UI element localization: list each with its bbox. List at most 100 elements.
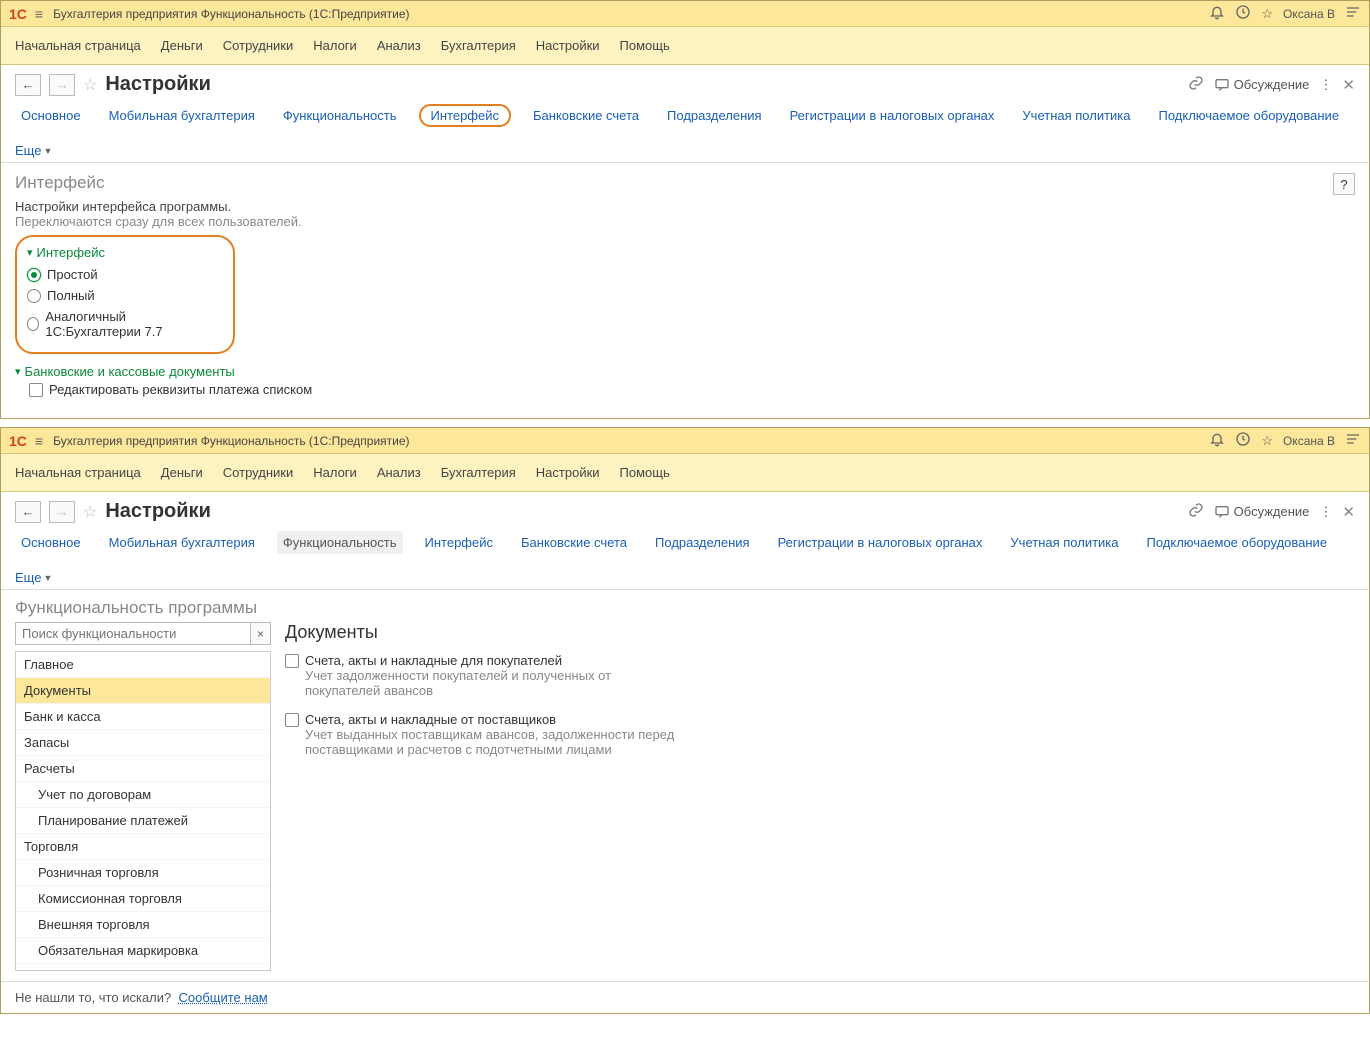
tab-link[interactable]: Мобильная бухгалтерия [103, 531, 261, 554]
content-area: ? Интерфейс Настройки интерфейса програм… [1, 163, 1369, 418]
tree-item[interactable]: Учет по договорам [16, 782, 270, 808]
tab-link[interactable]: Мобильная бухгалтерия [103, 104, 261, 127]
bell-icon[interactable] [1209, 4, 1225, 23]
star-icon[interactable]: ☆ [1261, 433, 1273, 449]
nav-forward-button[interactable]: → [49, 501, 75, 523]
titlebar: 1C ≡ Бухгалтерия предприятия Функциональ… [1, 428, 1369, 454]
menu-item[interactable]: Анализ [377, 38, 421, 53]
favorite-icon[interactable]: ☆ [83, 502, 97, 522]
tree-item[interactable]: Планирование платежей [16, 808, 270, 834]
more-icon[interactable]: ⋮ [1319, 77, 1332, 93]
functionality-layout: × ГлавноеДокументыБанк и кассаЗапасыРасч… [1, 622, 1369, 981]
tab-link[interactable]: Основное [15, 104, 87, 127]
search-input[interactable] [15, 622, 251, 645]
nav-back-button[interactable]: ← [15, 501, 41, 523]
username[interactable]: Оксана В [1283, 7, 1335, 21]
menu-item[interactable]: Начальная страница [15, 465, 141, 480]
close-icon[interactable]: ✕ [1342, 503, 1355, 521]
tab-link[interactable]: Банковские счета [515, 531, 633, 554]
group-title-label: Банковские и кассовые документы [25, 364, 235, 379]
radio-option[interactable]: Полный [27, 285, 219, 306]
menu-item[interactable]: Налоги [313, 38, 357, 53]
tree-item[interactable]: Главное [16, 652, 270, 678]
menu-item[interactable]: Бухгалтерия [441, 465, 516, 480]
tree-scroll[interactable]: ГлавноеДокументыБанк и кассаЗапасыРасчет… [16, 652, 270, 970]
discussion-label: Обсуждение [1234, 504, 1310, 519]
menu-item[interactable]: Помощь [620, 38, 670, 53]
star-icon[interactable]: ☆ [1261, 6, 1273, 22]
link-icon[interactable] [1188, 75, 1204, 94]
tab-link[interactable]: Регистрации в налоговых органах [772, 531, 989, 554]
tab-link[interactable]: Интерфейс [419, 531, 499, 554]
tree-item[interactable]: Запасы [16, 730, 270, 756]
tree-item[interactable]: Розничная торговля [16, 860, 270, 886]
menu-item[interactable]: Сотрудники [223, 38, 293, 53]
group-title-bank[interactable]: ▾ Банковские и кассовые документы [15, 364, 1355, 379]
nav-forward-button[interactable]: → [49, 74, 75, 96]
tree-item[interactable]: Обязательная маркировка [16, 938, 270, 964]
menu-item[interactable]: Налоги [313, 465, 357, 480]
username[interactable]: Оксана В [1283, 434, 1335, 448]
tab-link[interactable]: Учетная политика [1004, 531, 1124, 554]
tab-link[interactable]: Банковские счета [527, 104, 645, 127]
nav-back-button[interactable]: ← [15, 74, 41, 96]
tree-item[interactable]: Банк и касса [16, 704, 270, 730]
footer-text: Не нашли то, что искали? [15, 990, 171, 1005]
discussion-button[interactable]: Обсуждение [1214, 77, 1310, 93]
chevron-down-icon: ▾ [15, 365, 21, 378]
tab-link[interactable]: Подключаемое оборудование [1141, 531, 1334, 554]
tabs-more-dropdown[interactable]: Еще ▼ [15, 570, 52, 585]
bell-icon[interactable] [1209, 431, 1225, 450]
footer-link[interactable]: Сообщите нам [179, 990, 268, 1005]
history-icon[interactable] [1235, 431, 1251, 450]
menu-item[interactable]: Помощь [620, 465, 670, 480]
checkbox-option[interactable]: Редактировать реквизиты платежа списком [15, 379, 1355, 400]
option-block: Счета, акты и накладные от поставщиков У… [285, 712, 1355, 757]
menu-item[interactable]: Деньги [161, 38, 203, 53]
tree-item[interactable]: Документы [16, 678, 270, 704]
menu-item[interactable]: Настройки [536, 465, 600, 480]
menu-item[interactable]: Бухгалтерия [441, 38, 516, 53]
tree-item[interactable]: Комиссионная торговля [16, 886, 270, 912]
menu-item[interactable]: Анализ [377, 465, 421, 480]
tab-link[interactable]: Функциональность [277, 104, 403, 127]
menu-item[interactable]: Деньги [161, 465, 203, 480]
tree-item[interactable]: Внешняя торговля [16, 912, 270, 938]
tree-item[interactable]: Торговля [16, 834, 270, 860]
tab-link[interactable]: Подразделения [661, 104, 768, 127]
chevron-down-icon: ▼ [43, 573, 52, 583]
tab-functionality-current[interactable]: Функциональность [277, 531, 403, 554]
settings-bars-icon[interactable] [1345, 4, 1361, 23]
tabs-more-dropdown[interactable]: Еще ▼ [15, 143, 52, 158]
window-1: 1C ≡ Бухгалтерия предприятия Функциональ… [0, 0, 1370, 419]
radio-option[interactable]: Аналогичный 1С:Бухгалтерии 7.7 [27, 306, 219, 342]
menu-item[interactable]: Начальная страница [15, 38, 141, 53]
tab-link[interactable]: Подразделения [649, 531, 756, 554]
tab-interface-highlighted[interactable]: Интерфейс [419, 104, 511, 127]
group-title[interactable]: ▾Интерфейс [27, 245, 219, 260]
settings-bars-icon[interactable] [1345, 431, 1361, 450]
tab-link[interactable]: Регистрации в налоговых органах [784, 104, 1001, 127]
menu-icon[interactable]: ≡ [35, 433, 43, 449]
help-button[interactable]: ? [1333, 173, 1355, 195]
favorite-icon[interactable]: ☆ [83, 75, 97, 95]
menu-item[interactable]: Настройки [536, 38, 600, 53]
radio-label: Полный [47, 288, 95, 303]
radio-option[interactable]: Простой [27, 264, 219, 285]
history-icon[interactable] [1235, 4, 1251, 23]
radio-label: Аналогичный 1С:Бухгалтерии 7.7 [45, 309, 219, 339]
menu-icon[interactable]: ≡ [35, 6, 43, 22]
tree-item[interactable]: Расчеты [16, 756, 270, 782]
titlebar-actions: ☆ Оксана В [1209, 4, 1361, 23]
tab-link[interactable]: Подключаемое оборудование [1153, 104, 1346, 127]
menu-item[interactable]: Сотрудники [223, 465, 293, 480]
discussion-button[interactable]: Обсуждение [1214, 504, 1310, 520]
tab-link[interactable]: Учетная политика [1016, 104, 1136, 127]
link-icon[interactable] [1188, 502, 1204, 521]
checkbox-option[interactable]: Счета, акты и накладные от поставщиков [285, 712, 1355, 727]
tab-link[interactable]: Основное [15, 531, 87, 554]
clear-search-button[interactable]: × [251, 622, 271, 645]
close-icon[interactable]: ✕ [1342, 76, 1355, 94]
checkbox-option[interactable]: Счета, акты и накладные для покупателей [285, 653, 1355, 668]
more-icon[interactable]: ⋮ [1319, 504, 1332, 520]
